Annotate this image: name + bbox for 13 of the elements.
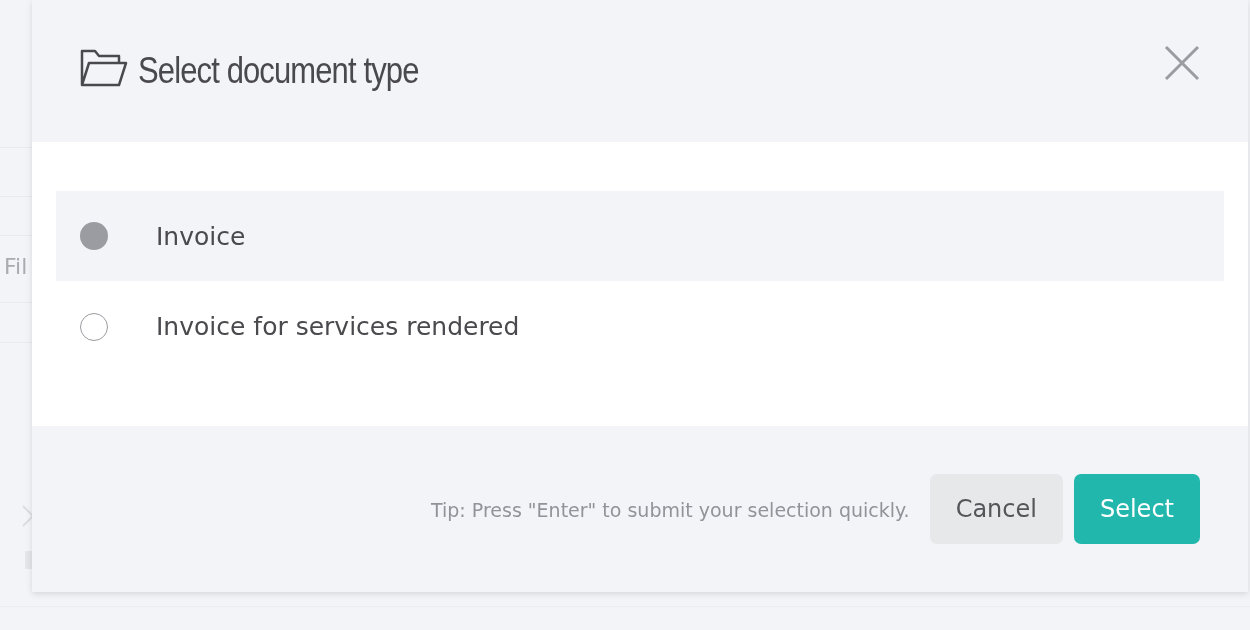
close-icon[interactable] (1162, 43, 1202, 83)
radio-button[interactable] (80, 312, 108, 341)
option-row[interactable]: Invoice (56, 191, 1224, 281)
folder-icon (80, 47, 128, 89)
background-text: Fil (4, 254, 28, 279)
cancel-button[interactable]: Cancel (929, 474, 1063, 544)
radio-button[interactable] (80, 222, 108, 250)
option-label: Invoice for services rendered (156, 312, 520, 341)
tip-text: Tip: Press "Enter" to submit your selection quickly. (431, 498, 910, 521)
dialog-title: Select document type (138, 50, 420, 92)
chevron-icon (22, 505, 34, 527)
option-row[interactable]: Invoice for services rendered (56, 281, 1224, 372)
option-label: Invoice (156, 221, 246, 251)
